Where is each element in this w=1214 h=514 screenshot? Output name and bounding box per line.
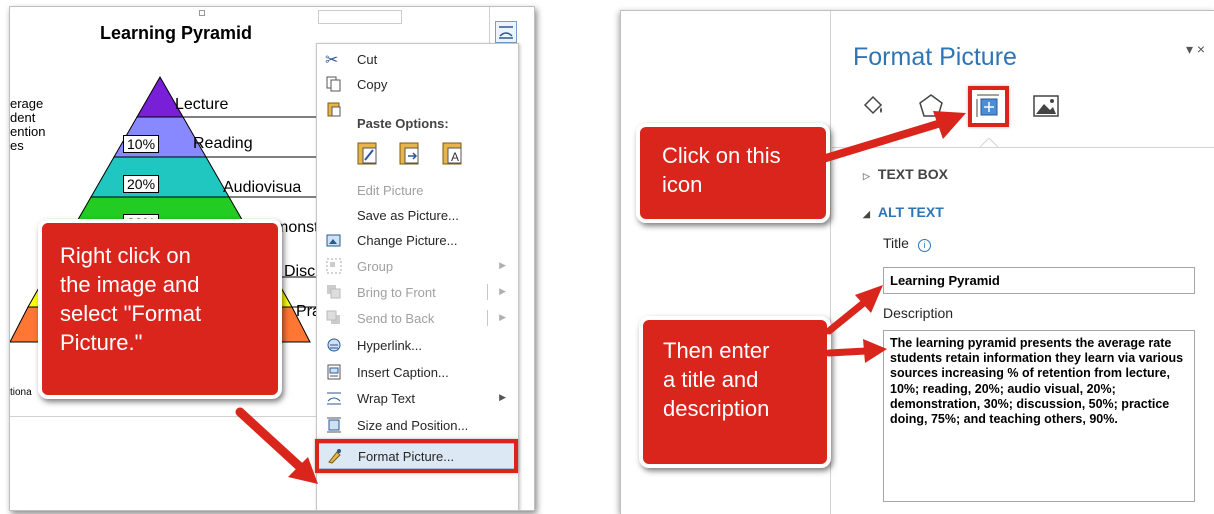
send-to-back-icon [325,309,343,327]
bring-to-front-icon [325,283,343,301]
pyramid-label-reading: Reading [193,135,253,152]
menu-item-hyperlink[interactable]: Hyperlink... [317,333,518,358]
submenu-arrow-icon: ▶ [499,392,506,402]
alt-description-textarea[interactable]: The learning pyramid presents the averag… [883,330,1195,502]
layout-options-icon [499,26,513,39]
mini-toolbar [318,10,402,24]
title-label: Title i [883,235,931,252]
arrows-to-fields [825,285,887,363]
change-picture-icon [325,231,343,249]
callout-right-click: Right click on the image and select "For… [38,219,282,399]
menu-item-wrap-text[interactable]: Wrap Text ▶ [317,386,518,411]
paste-options-header: Paste Options: [357,116,449,131]
menu-item-copy[interactable]: Copy [317,72,518,97]
hyperlink-icon [325,336,343,354]
menu-item-save-as-picture[interactable]: Save as Picture... [317,203,518,228]
highlight-layout-icon [968,86,1009,127]
section-alt-text[interactable]: ◢ ALT TEXT [863,204,944,220]
paste-merge-icon[interactable] [397,140,423,166]
copy-icon [325,75,343,93]
layout-options-button[interactable] [495,21,517,43]
paste-text-only-icon[interactable]: A [440,140,466,166]
pyramid-title: Learning Pyramid [100,23,253,43]
arrow-to-format-picture [235,407,318,484]
arrow-to-layout-icon [822,111,966,162]
pyramid-label-lecture: Lecture [175,96,229,113]
menu-item-cut[interactable]: ✂ Cut [317,47,518,72]
callout-enter-title: Then enter a title and description [639,316,831,468]
picture-icon[interactable] [1031,91,1061,121]
collapse-arrow-icon: ◢ [863,209,870,219]
pyramid-label-audiovisual: Audiovisua [223,179,302,196]
menu-item-group[interactable]: Group ▶ [317,254,518,279]
format-picture-pane-panel: Format Picture ▾ × ▷ TEXT BOX ◢ ALT TEXT T… [620,10,1214,514]
pane-controls[interactable]: ▾ × [1186,41,1205,58]
group-icon [325,257,343,275]
menu-item-edit-picture[interactable]: Edit Picture [317,178,518,203]
svg-text:A: A [451,150,459,164]
submenu-arrow-icon: ▶ [499,260,506,270]
paste-keep-formatting-icon[interactable] [355,140,381,166]
pyramid-pct-reading: 10% [123,135,160,153]
submenu-arrow-icon: ▶ [499,286,506,296]
paste-icon [325,100,343,118]
scissors-icon: ✂ [325,52,339,69]
callout-click-icon: Click on this icon [636,123,830,223]
paste-options-icons: A [355,140,478,171]
menu-item-size-and-position[interactable]: Size and Position... [317,413,518,438]
menu-item-change-picture[interactable]: Change Picture... [317,228,518,253]
pyramid-pct-audiovisual: 20% [123,175,160,193]
submenu-arrow-icon: ▶ [499,312,506,322]
description-label: Description [883,305,954,321]
menu-item-bring-to-front[interactable]: Bring to Front ▶ [317,280,518,305]
insert-caption-icon [325,363,343,381]
menu-item-insert-caption[interactable]: Insert Caption... [317,360,518,385]
highlight-format-picture [315,439,518,473]
word-document-panel: Learning Pyramid erage dent ention es Le… [9,6,535,511]
selection-handle[interactable] [199,10,205,16]
pane-title: Format Picture [853,43,1017,71]
menu-item-send-to-back[interactable]: Send to Back ▶ [317,306,518,331]
pyramid-bottom-text: tiona [10,387,32,398]
info-icon[interactable]: i [917,239,931,252]
alt-title-input[interactable]: Learning Pyramid [883,267,1195,294]
